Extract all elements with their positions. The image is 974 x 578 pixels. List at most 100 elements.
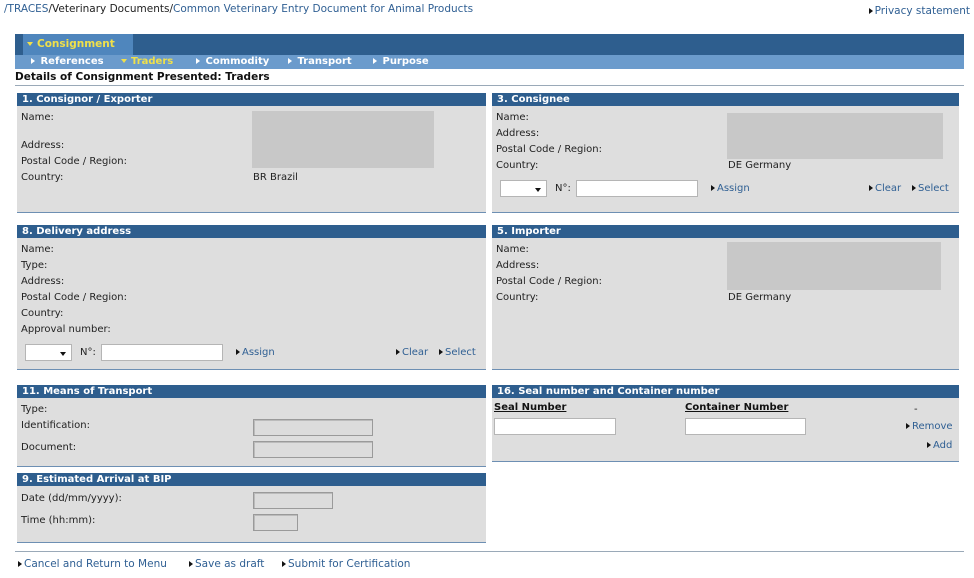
delivery-panel: 8. Delivery address Name: Type: Address:…	[17, 225, 486, 370]
consignee-name-label: Name:	[496, 112, 529, 123]
seal-number-input[interactable]	[494, 418, 616, 435]
seal-number-header: Seal Number	[494, 402, 567, 413]
consignor-panel: 1. Consignor / Exporter Name: Address: P…	[17, 93, 486, 213]
save-draft-link[interactable]: Save as draft	[189, 558, 264, 570]
arrival-date-input[interactable]	[253, 492, 333, 509]
subtab-transport[interactable]: Transport	[288, 55, 352, 69]
consignor-country-label: Country:	[21, 172, 64, 183]
arrow-right-icon	[373, 58, 377, 64]
consignee-clear-link[interactable]: Clear	[869, 183, 901, 194]
submit-certification-link[interactable]: Submit for Certification	[282, 558, 410, 570]
seal-remove-label: Remove	[912, 421, 953, 432]
consignor-panel-title: 1. Consignor / Exporter	[17, 93, 486, 106]
delivery-select-label: Select	[445, 347, 476, 358]
arrow-right-icon	[236, 349, 240, 355]
seal-add-label: Add	[933, 440, 953, 451]
divider	[15, 85, 964, 86]
subtab-references[interactable]: References	[31, 55, 104, 69]
importer-details-box	[727, 242, 941, 290]
tab-consignment[interactable]: Consignment	[23, 34, 133, 55]
delivery-clear-link[interactable]: Clear	[396, 347, 428, 358]
consignor-name-label: Name:	[21, 112, 54, 123]
importer-panel: 5. Importer Name: Address: Postal Code /…	[492, 225, 959, 370]
subtab-commodity-label: Commodity	[205, 56, 270, 67]
save-draft-label: Save as draft	[195, 558, 265, 570]
arrow-right-icon	[927, 442, 931, 448]
breadcrumb-traces-link[interactable]: /TRACES	[4, 3, 48, 15]
importer-postal-label: Postal Code / Region:	[496, 276, 602, 287]
delivery-type-select[interactable]	[25, 344, 72, 361]
consignee-assign-link[interactable]: Assign	[711, 183, 750, 194]
chevron-down-icon	[27, 42, 33, 46]
breadcrumb-cved-link[interactable]: Common Veterinary Entry Document for Ani…	[173, 3, 473, 15]
arrow-right-icon	[711, 185, 715, 191]
delivery-country-label: Country:	[21, 308, 64, 319]
arrow-right-icon	[196, 58, 200, 64]
seal-panel: 16. Seal number and Container number Sea…	[492, 385, 959, 462]
consignee-type-select[interactable]	[500, 180, 547, 197]
consignee-panel-title: 3. Consignee	[492, 93, 959, 106]
delivery-select-link[interactable]: Select	[439, 347, 476, 358]
subtab-transport-label: Transport	[297, 56, 352, 67]
arrow-right-icon	[282, 561, 286, 567]
consignee-assign-label: Assign	[717, 183, 750, 194]
breadcrumb: /TRACES/Veterinary Documents/Common Vete…	[4, 3, 473, 15]
consignor-address-label: Address:	[21, 140, 65, 151]
delivery-no-label: N°:	[80, 347, 96, 358]
subtab-purpose[interactable]: Purpose	[373, 55, 429, 69]
importer-name-label: Name:	[496, 244, 529, 255]
container-number-header: Container Number	[685, 402, 789, 413]
cancel-return-label: Cancel and Return to Menu	[24, 558, 167, 570]
arrival-time-input[interactable]	[253, 514, 298, 531]
arrow-right-icon	[18, 561, 22, 567]
delivery-number-input[interactable]	[101, 344, 223, 361]
subtab-traders[interactable]: Traders	[121, 55, 173, 69]
transport-identification-input[interactable]	[253, 419, 373, 436]
delivery-type-label: Type:	[21, 260, 48, 271]
consignee-clear-label: Clear	[875, 183, 902, 194]
consignee-number-input[interactable]	[576, 180, 698, 197]
consignee-country-label: Country:	[496, 160, 539, 171]
seal-add-link[interactable]: Add	[927, 440, 952, 451]
consignee-details-box	[727, 113, 943, 159]
container-number-input[interactable]	[685, 418, 806, 435]
importer-panel-title: 5. Importer	[492, 225, 959, 238]
delivery-assign-link[interactable]: Assign	[236, 347, 275, 358]
transport-panel: 11. Means of Transport Type: Identificat…	[17, 385, 486, 467]
subtab-commodity[interactable]: Commodity	[196, 55, 269, 69]
seal-dash: -	[914, 404, 918, 415]
consignor-country-value: BR Brazil	[253, 172, 298, 183]
arrival-date-label: Date (dd/mm/yyyy):	[21, 493, 122, 504]
section-title: Details of Consignment Presented: Trader…	[15, 71, 270, 83]
privacy-statement-label: Privacy statement	[874, 5, 970, 17]
subtab-references-label: References	[40, 56, 104, 67]
transport-type-label: Type:	[21, 404, 48, 415]
tab-consignment-label: Consignment	[37, 38, 115, 50]
importer-country-label: Country:	[496, 292, 539, 303]
main-tab-bar: Consignment	[15, 34, 964, 55]
delivery-clear-label: Clear	[402, 347, 429, 358]
divider	[15, 551, 964, 552]
arrow-right-icon	[906, 423, 910, 429]
subtab-purpose-label: Purpose	[382, 56, 429, 67]
consignee-select-link[interactable]: Select	[912, 183, 949, 194]
importer-country-value: DE Germany	[728, 292, 792, 303]
consignee-panel: 3. Consignee Name: Address: Postal Code …	[492, 93, 959, 213]
arrow-right-icon	[912, 185, 916, 191]
delivery-approval-label: Approval number:	[21, 324, 111, 335]
arrow-right-icon	[869, 185, 873, 191]
seal-remove-link[interactable]: Remove	[906, 421, 953, 432]
arrow-right-icon	[288, 58, 292, 64]
cancel-return-link[interactable]: Cancel and Return to Menu	[18, 558, 167, 570]
arrival-panel-title: 9. Estimated Arrival at BIP	[17, 473, 486, 486]
submit-certification-label: Submit for Certification	[288, 558, 411, 570]
transport-document-input[interactable]	[253, 441, 373, 458]
transport-document-label: Document:	[21, 442, 77, 453]
consignor-details-box	[252, 111, 434, 168]
breadcrumb-veterinary-documents: Veterinary Documents	[52, 3, 170, 15]
arrival-time-label: Time (hh:mm):	[21, 515, 96, 526]
consignee-country-value: DE Germany	[728, 160, 792, 171]
privacy-statement-link[interactable]: Privacy statement	[868, 5, 970, 17]
chevron-down-icon	[121, 59, 127, 63]
consignee-select-label: Select	[918, 183, 949, 194]
